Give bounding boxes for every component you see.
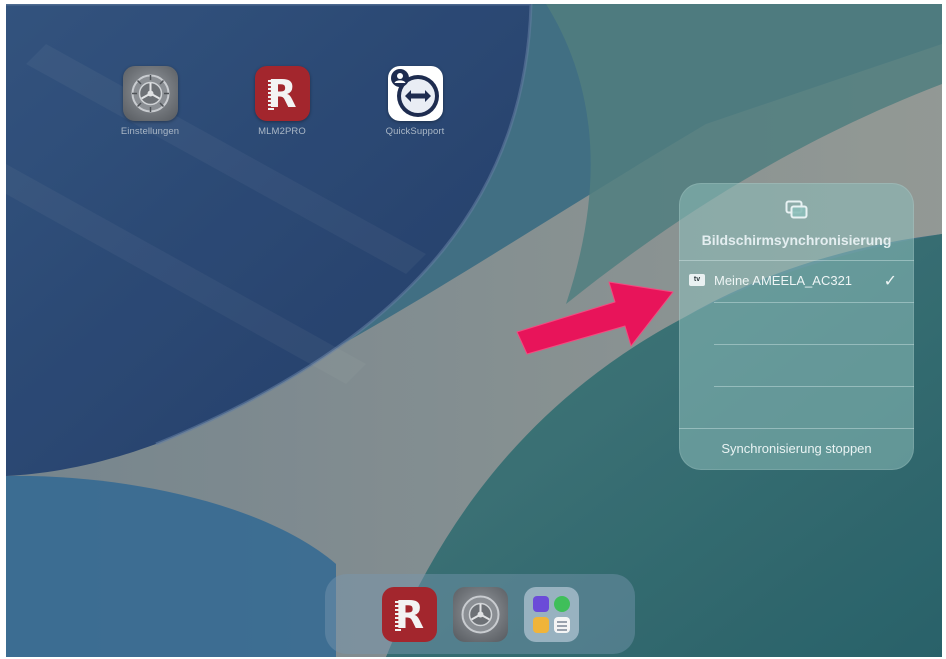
empty-device-row [679,345,914,386]
screen-mirroring-panel: Bildschirmsynchronisierung tv Meine AMEE… [679,183,914,470]
apple-tv-icon: tv [689,274,705,286]
stop-mirroring-button[interactable]: Synchronisierung stoppen [679,429,914,469]
mlm2pro-app-icon[interactable]: R [382,587,437,642]
checkmark-icon: ✓ [883,273,897,290]
settings-gear-icon [122,66,178,121]
device-row[interactable]: tv Meine AMEELA_AC321 ✓ [679,261,914,301]
app-quicksupport[interactable]: QuickSupport [375,66,455,137]
pink-arrow-annotation [516,281,674,355]
mlm2pro-app-icon: R [254,66,310,121]
empty-device-row [679,303,914,344]
app-label: Einstellungen [120,126,180,137]
ipad-screen: Einstellungen R MLM2PRO QuickSupport Bil… [6,4,942,657]
device-name: Meine AMEELA_AC321 [714,273,853,288]
app-mlm2pro[interactable]: R MLM2PRO [242,66,322,137]
settings-gear-icon[interactable] [453,587,508,642]
app-label: QuickSupport [385,126,445,137]
empty-device-row [679,387,914,428]
app-einstellungen[interactable]: Einstellungen [110,66,190,137]
app-folder-icon[interactable] [524,587,579,642]
screen-mirroring-icon [785,200,808,219]
panel-title: Bildschirmsynchronisierung [701,232,892,248]
dock: R [325,574,635,654]
panel-header: Bildschirmsynchronisierung [679,183,914,260]
quicksupport-app-icon [387,66,443,121]
app-label: MLM2PRO [258,126,306,137]
